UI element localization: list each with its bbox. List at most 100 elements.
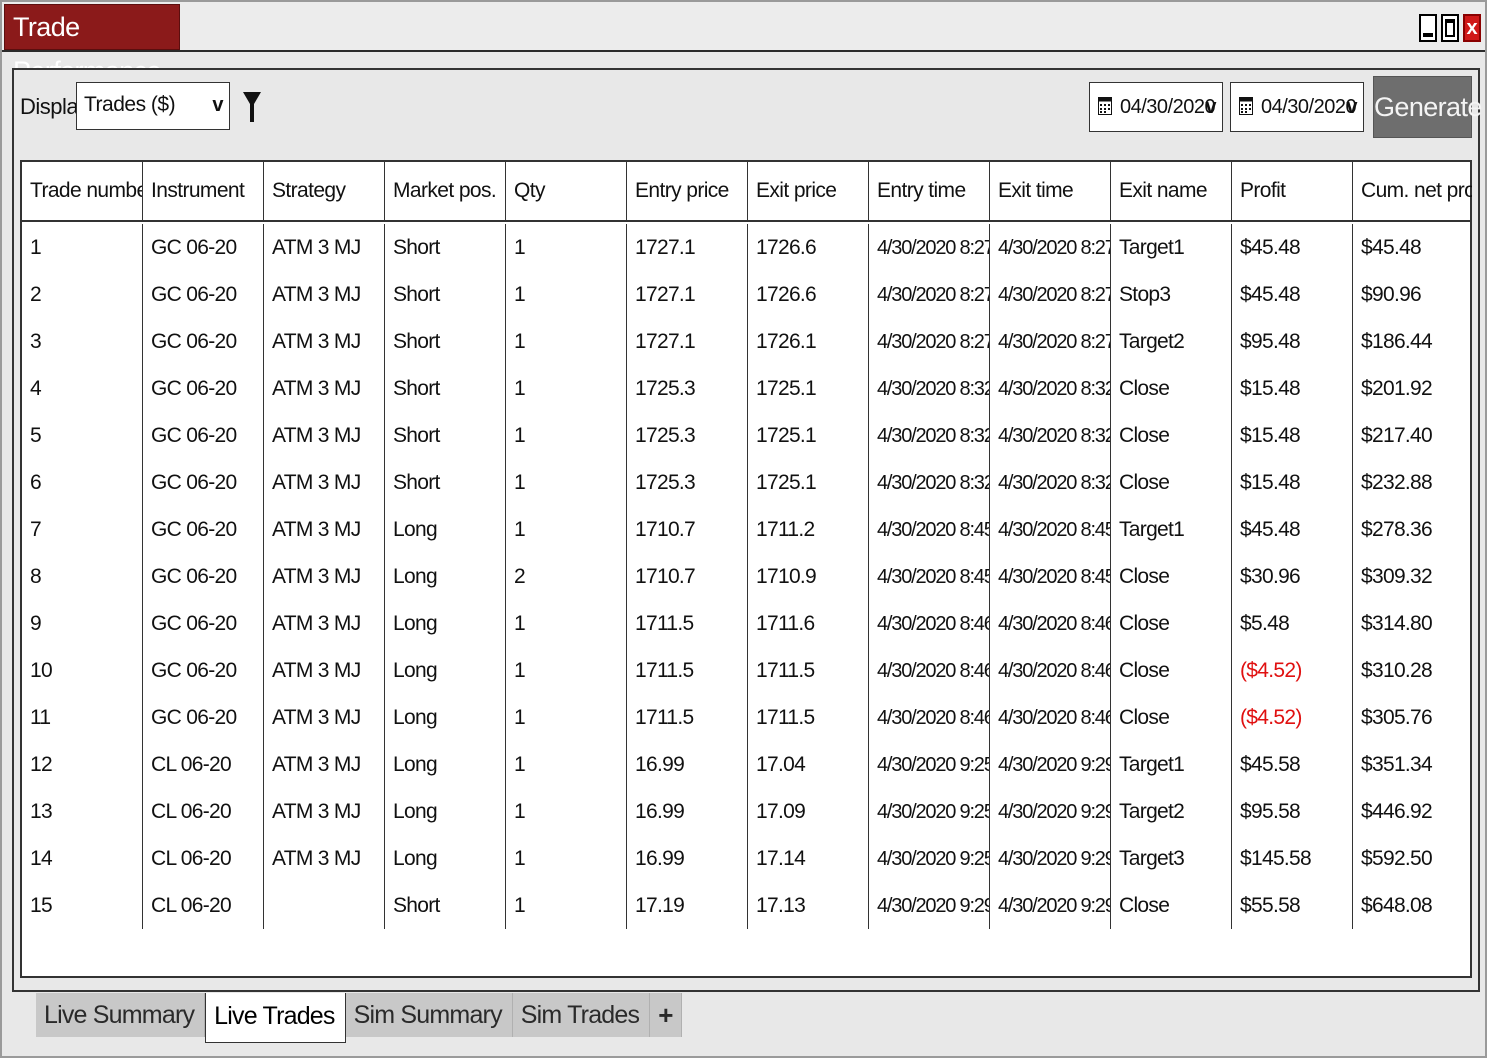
table-row[interactable]: 9 GC 06-20 ATM 3 MJ Long 1 1711.5 1711.6 4/30/2… — [22, 600, 1472, 647]
table-cell-exit-time: 4/30/2020 9:29:0 — [990, 788, 1111, 835]
filter-icon[interactable] — [242, 90, 262, 124]
table-cell-exit-price: 17.13 — [748, 882, 869, 929]
table-row[interactable]: 5 GC 06-20 ATM 3 MJ Short 1 1725.3 1725.1 4/30/… — [22, 412, 1472, 459]
minimize-button[interactable] — [1419, 14, 1437, 42]
table-row[interactable]: 7 GC 06-20 ATM 3 MJ Long 1 1710.7 1711.2 4/30/2… — [22, 506, 1472, 553]
table-cell-market-pos: Long — [385, 835, 506, 882]
table-cell-profit: ($4.52) — [1232, 647, 1353, 694]
table-cell-instrument: GC 06-20 — [143, 224, 264, 271]
table-cell-exit-price: 1726.1 — [748, 318, 869, 365]
end-date-picker[interactable]: 04/30/2020 v — [1230, 82, 1364, 132]
table-cell-exit-name: Target3 — [1111, 835, 1232, 882]
table-cell-entry-price: 1727.1 — [627, 224, 748, 271]
table-cell-trade-number: 6 — [22, 459, 143, 506]
table-cell-strategy: ATM 3 MJ — [264, 506, 385, 553]
column-header-strategy[interactable]: Strategy — [264, 162, 385, 220]
tab-live-trades[interactable]: Live Trades — [205, 993, 346, 1043]
table-cell-entry-time: 4/30/2020 8:46:4 — [869, 600, 990, 647]
table-cell-entry-time: 4/30/2020 8:32:0 — [869, 412, 990, 459]
table-row[interactable]: 1 GC 06-20 ATM 3 MJ Short 1 1727.1 1726.6 4/30/… — [22, 224, 1472, 271]
table-cell-instrument: GC 06-20 — [143, 506, 264, 553]
table-cell-entry-time: 4/30/2020 8:27:1 — [869, 271, 990, 318]
table-cell-trade-number: 12 — [22, 741, 143, 788]
table-cell-exit-price: 1711.2 — [748, 506, 869, 553]
table-cell-trade-number: 11 — [22, 694, 143, 741]
column-header-instrument[interactable]: Instrument — [143, 162, 264, 220]
table-cell-exit-name: Stop3 — [1111, 271, 1232, 318]
tab-live-summary[interactable]: Live Summary — [36, 993, 206, 1037]
table-row[interactable]: 6 GC 06-20 ATM 3 MJ Short 1 1725.3 1725.1 4/30/… — [22, 459, 1472, 506]
table-cell-cum-net-profit: $45.48 — [1361, 236, 1422, 259]
table-cell-strategy: ATM 3 MJ — [264, 365, 385, 412]
table-cell-profit: $30.96 — [1232, 553, 1353, 600]
calendar-icon — [1098, 97, 1112, 115]
table-cell-instrument: GC 06-20 — [143, 694, 264, 741]
column-header-entry-time[interactable]: Entry time — [869, 162, 990, 220]
table-cell-exit-time: 4/30/2020 8:27:5 — [990, 318, 1111, 365]
column-header-market-pos[interactable]: Market pos. — [385, 162, 506, 220]
table-cell-entry-price: 1710.7 — [627, 553, 748, 600]
table-cell-entry-time: 4/30/2020 9:25:2 — [869, 741, 990, 788]
table-row[interactable]: 11 GC 06-20 ATM 3 MJ Long 1 1711.5 1711.5 4/30/… — [22, 694, 1472, 741]
table-cell-qty: 1 — [506, 365, 627, 412]
table-cell-instrument: GC 06-20 — [143, 647, 264, 694]
close-icon: x — [1466, 17, 1478, 39]
column-header-qty[interactable]: Qty — [506, 162, 627, 220]
table-cell-strategy: ATM 3 MJ — [264, 553, 385, 600]
table-row[interactable]: 13 CL 06-20 ATM 3 MJ Long 1 16.99 17.09 4/30/20… — [22, 788, 1472, 835]
tab-sim-summary[interactable]: Sim Summary — [345, 993, 513, 1037]
table-cell-strategy: ATM 3 MJ — [264, 412, 385, 459]
table-cell-profit: $15.48 — [1232, 365, 1353, 412]
table-cell-exit-time: 4/30/2020 8:45:4 — [990, 506, 1111, 553]
table-cell-instrument: GC 06-20 — [143, 459, 264, 506]
column-header-entry-price[interactable]: Entry price — [627, 162, 748, 220]
table-cell-strategy: ATM 3 MJ — [264, 224, 385, 271]
start-date-picker[interactable]: 04/30/2020 v — [1089, 82, 1223, 132]
table-row[interactable]: 2 GC 06-20 ATM 3 MJ Short 1 1727.1 1726.6 4/30/… — [22, 271, 1472, 318]
table-cell-instrument: GC 06-20 — [143, 271, 264, 318]
table-cell-cum-net-profit: $592.50 — [1361, 847, 1433, 870]
table-cell-exit-name: Close — [1111, 365, 1232, 412]
table-cell-cum-net-profit: $90.96 — [1361, 283, 1422, 306]
close-button[interactable]: x — [1463, 14, 1481, 42]
table-cell-profit: $15.48 — [1232, 459, 1353, 506]
grid-body: 1 GC 06-20 ATM 3 MJ Short 1 1727.1 1726.6 4/30/… — [22, 222, 1472, 929]
maximize-button[interactable] — [1441, 14, 1459, 42]
table-cell-cum-net-profit: $201.92 — [1361, 377, 1433, 400]
table-cell-exit-time: 4/30/2020 9:29:0 — [990, 741, 1111, 788]
table-row[interactable]: 12 CL 06-20 ATM 3 MJ Long 1 16.99 17.04 4/30/20… — [22, 741, 1472, 788]
table-cell-instrument: GC 06-20 — [143, 365, 264, 412]
table-row[interactable]: 3 GC 06-20 ATM 3 MJ Short 1 1727.1 1726.1 4/30/… — [22, 318, 1472, 365]
display-dropdown[interactable]: Trades ($) v — [76, 82, 230, 130]
tab-sim-trades[interactable]: Sim Trades — [512, 993, 651, 1037]
table-cell-market-pos: Short — [385, 224, 506, 271]
chevron-down-icon: v — [1205, 96, 1216, 118]
column-header-trade-number[interactable]: Trade number — [22, 162, 143, 220]
column-header-exit-time[interactable]: Exit time — [990, 162, 1111, 220]
table-cell-instrument: GC 06-20 — [143, 553, 264, 600]
window-title[interactable]: Trade Performance — [4, 4, 180, 86]
table-row[interactable]: 10 GC 06-20 ATM 3 MJ Long 1 1711.5 1711.5 4/30/… — [22, 647, 1472, 694]
table-row[interactable]: 8 GC 06-20 ATM 3 MJ Long 2 1710.7 1710.9 4/30/2… — [22, 553, 1472, 600]
table-cell-strategy: ATM 3 MJ — [264, 271, 385, 318]
table-cell-profit: $45.48 — [1232, 271, 1353, 318]
column-header-exit-name[interactable]: Exit name — [1111, 162, 1232, 220]
column-header-profit[interactable]: Profit — [1232, 162, 1353, 220]
table-cell-market-pos: Short — [385, 365, 506, 412]
table-cell-qty: 1 — [506, 741, 627, 788]
table-row[interactable]: 15CL 06-20Short117.1917.134/30/2020 9:29… — [22, 882, 1472, 929]
generate-button[interactable]: Generate — [1373, 76, 1482, 138]
table-cell-entry-price: 16.99 — [627, 788, 748, 835]
calendar-icon — [1239, 97, 1253, 115]
table-row[interactable]: 14 CL 06-20 ATM 3 MJ Long 1 16.99 17.14 4/30/20… — [22, 835, 1472, 882]
table-cell-cum-net-profit: $310.28 — [1361, 659, 1433, 682]
column-header-exit-price[interactable]: Exit price — [748, 162, 869, 220]
trade-performance-window: Trade Performance x Display Trades ($) v — [0, 0, 1487, 1058]
add-tab-button[interactable]: + — [650, 993, 682, 1037]
table-cell-exit-name: Close — [1111, 412, 1232, 459]
column-header-cum-net-profit[interactable]: Cum. net profit — [1353, 162, 1472, 220]
table-cell-qty: 1 — [506, 835, 627, 882]
table-cell-trade-number: 4 — [22, 365, 143, 412]
table-row[interactable]: 4 GC 06-20 ATM 3 MJ Short 1 1725.3 1725.1 4/30/… — [22, 365, 1472, 412]
table-cell-exit-price: 1726.6 — [748, 271, 869, 318]
